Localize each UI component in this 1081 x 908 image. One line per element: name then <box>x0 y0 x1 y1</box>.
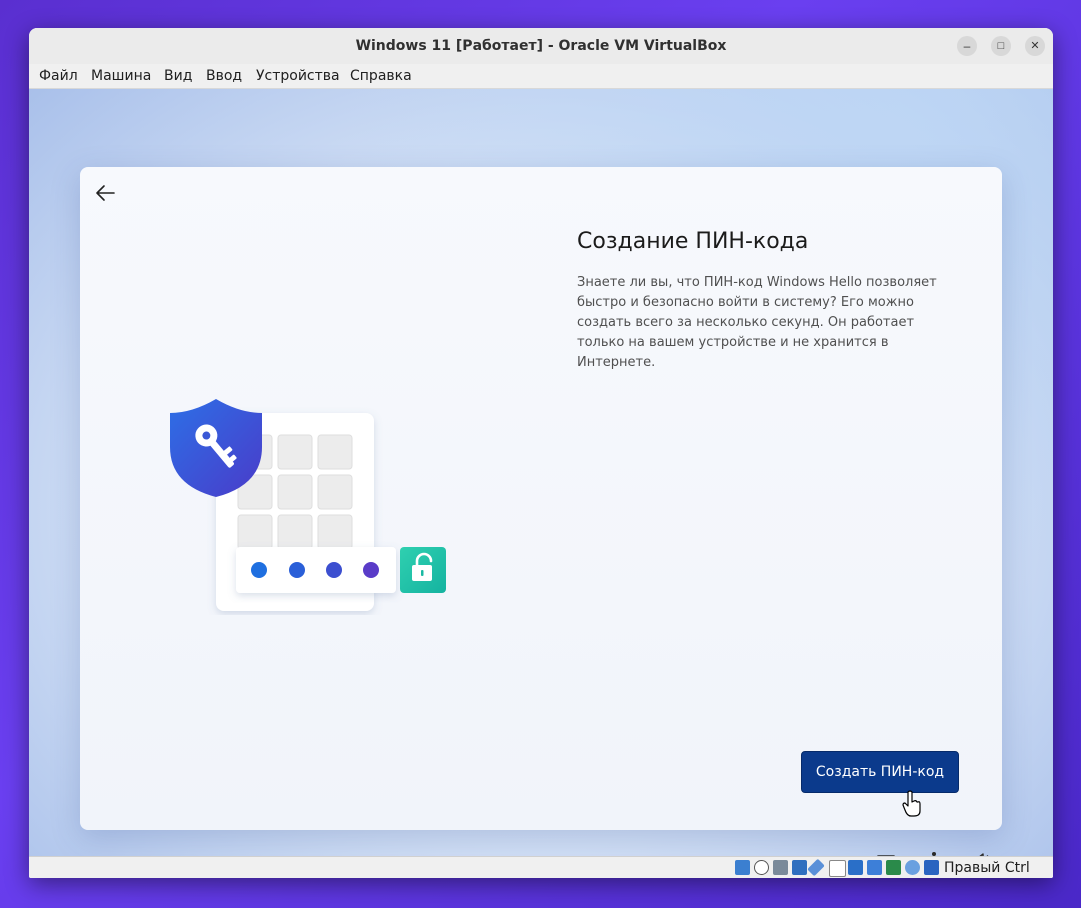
pin-dot <box>326 562 342 578</box>
menu-file[interactable]: Файл <box>39 68 78 84</box>
menu-devices[interactable]: Устройства <box>256 68 340 84</box>
keypad-key <box>317 474 353 510</box>
status-bar: Правый Ctrl <box>29 856 1053 878</box>
usb-icon[interactable] <box>807 858 825 877</box>
hand-cursor-icon <box>902 790 921 817</box>
menu-input[interactable]: Ввод <box>206 68 242 84</box>
page-description: Знаете ли вы, что ПИН-код Windows Hello … <box>577 275 937 370</box>
hdd-icon[interactable] <box>735 860 750 875</box>
menu-help[interactable]: Справка <box>350 68 412 84</box>
back-arrow-icon[interactable] <box>94 181 118 205</box>
title-bar[interactable]: Windows 11 [Работает] - Oracle VM Virtua… <box>29 28 1053 65</box>
virtualbox-window: Windows 11 [Работает] - Oracle VM Virtua… <box>29 28 1053 878</box>
keypad-key <box>277 514 313 550</box>
menu-view[interactable]: Вид <box>164 68 192 84</box>
shared-folder-icon[interactable] <box>829 860 846 877</box>
pin-dot <box>251 562 267 578</box>
window-title: Windows 11 [Работает] - Oracle VM Virtua… <box>355 38 727 54</box>
keypad-key <box>317 514 353 550</box>
create-pin-button[interactable]: Создать ПИН-код <box>801 751 959 793</box>
optical-disk-icon[interactable] <box>754 860 769 875</box>
oobe-dialog: Создание ПИН-кода Знаете ли вы, что ПИН-… <box>80 167 1002 830</box>
page-title: Создание ПИН-кода <box>577 229 809 254</box>
maximize-button[interactable]: □ <box>991 36 1011 56</box>
pin-dot <box>363 562 379 578</box>
audio-icon[interactable] <box>773 860 788 875</box>
close-icon: ✕ <box>1030 39 1040 52</box>
network-icon[interactable] <box>792 860 807 875</box>
display-icon[interactable] <box>848 860 863 875</box>
minimize-icon: – <box>963 39 971 53</box>
keypad-key <box>277 434 313 470</box>
host-key-label: Правый Ctrl <box>944 860 1030 876</box>
keypad-key <box>237 514 273 550</box>
keypad-key <box>277 474 313 510</box>
video-capture-icon[interactable] <box>867 860 882 875</box>
minimize-button[interactable]: – <box>957 36 977 56</box>
menu-bar: Файл Машина Вид Ввод Устройства Справка <box>29 64 1053 89</box>
close-button[interactable]: ✕ <box>1025 36 1045 56</box>
menu-machine[interactable]: Машина <box>91 68 151 84</box>
pin-illustration <box>170 399 446 611</box>
recording-icon[interactable] <box>886 860 901 875</box>
maximize-icon: □ <box>997 39 1005 52</box>
vm-display[interactable]: Создание ПИН-кода Знаете ли вы, что ПИН-… <box>29 89 1053 856</box>
keyboard-capture-icon[interactable] <box>924 860 939 875</box>
keypad-key <box>317 434 353 470</box>
cpu-icon[interactable] <box>905 860 920 875</box>
pin-dot <box>289 562 305 578</box>
